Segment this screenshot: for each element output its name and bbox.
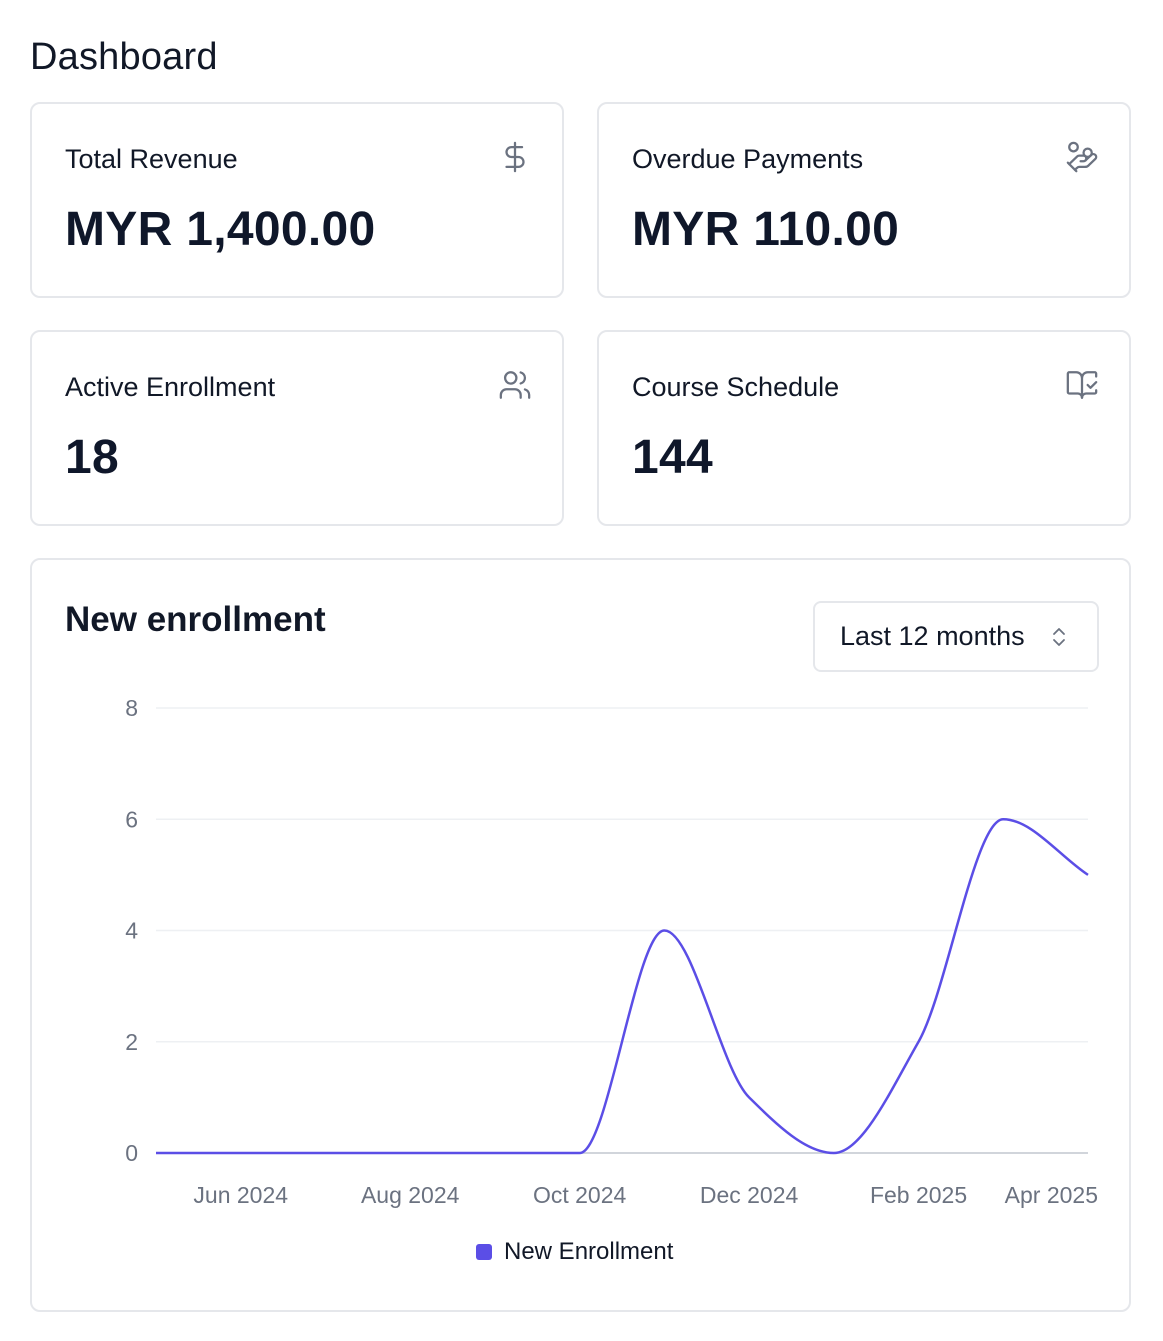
hand-coins-icon bbox=[1065, 140, 1099, 174]
total-revenue-card: Total Revenue MYR 1,400.00 bbox=[30, 102, 564, 298]
active-enrollment-card: Active Enrollment 18 bbox=[30, 330, 564, 526]
y-tick-label: 0 bbox=[125, 1140, 138, 1166]
stat-value: 144 bbox=[632, 431, 713, 484]
stat-label: Overdue Payments bbox=[632, 144, 864, 174]
enrollment-line-chart: 0 2 4 6 8 Jun 2024 Aug 2024 Oct 2024 Dec 2024 Fe… bbox=[125, 695, 1098, 1208]
users-icon bbox=[498, 368, 532, 402]
stat-value: MYR 110.00 bbox=[632, 203, 900, 256]
x-tick-label: Dec 2024 bbox=[700, 1182, 799, 1208]
chart-legend: New Enrollment bbox=[476, 1238, 673, 1266]
x-tick-label: Aug 2024 bbox=[361, 1182, 460, 1208]
stat-label: Total Revenue bbox=[65, 144, 238, 174]
book-check-icon bbox=[1065, 368, 1099, 402]
y-tick-label: 6 bbox=[125, 806, 138, 832]
x-tick-label: Jun 2024 bbox=[193, 1182, 288, 1208]
stat-value: MYR 1,400.00 bbox=[65, 203, 376, 256]
page-title: Dashboard bbox=[30, 36, 218, 78]
x-tick-label: Oct 2024 bbox=[533, 1182, 627, 1208]
stat-label: Active Enrollment bbox=[65, 372, 276, 402]
legend-swatch bbox=[476, 1244, 492, 1260]
x-tick-label: Feb 2025 bbox=[870, 1182, 967, 1208]
y-tick-label: 8 bbox=[125, 695, 138, 721]
new-enrollment-chart-card: New enrollment Last 12 months 02468 Jun … bbox=[30, 558, 1131, 1312]
legend-label: New Enrollment bbox=[504, 1238, 674, 1265]
dollar-icon bbox=[498, 140, 532, 174]
x-tick-label: Apr 2025 bbox=[1005, 1182, 1098, 1208]
stat-label: Course Schedule bbox=[632, 372, 840, 402]
course-schedule-card: Course Schedule 144 bbox=[597, 330, 1131, 526]
overdue-payments-card: Overdue Payments MYR 110.00 bbox=[597, 102, 1131, 298]
stat-value: 18 bbox=[65, 431, 119, 484]
y-tick-label: 4 bbox=[125, 918, 138, 944]
series-line-new-enrollment bbox=[156, 817, 1089, 1155]
y-tick-label: 2 bbox=[125, 1029, 138, 1055]
